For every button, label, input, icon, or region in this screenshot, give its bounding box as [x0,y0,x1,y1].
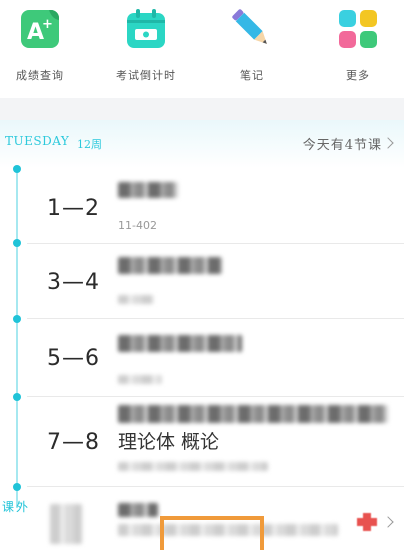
period-label: 3—4 [47,270,100,295]
extra-title-redacted [118,503,158,517]
timeline-dot [13,315,21,323]
course-name-partial: 理论体 概论 [118,431,220,453]
row-divider [27,486,404,487]
period-label: 7—8 [47,430,100,455]
period-label: 1—2 [47,196,100,221]
grade-query-label: 成绩查询 [16,69,64,82]
red-cross-icon [355,511,379,533]
course-name-redacted [118,257,222,274]
chevron-right-icon [382,516,394,528]
extracurricular-label: 课外 [2,500,31,514]
classroom-redacted [118,295,154,304]
more-grid-icon [337,8,379,50]
course-name-redacted [118,335,242,352]
grade-query-shortcut[interactable]: A + 成绩查询 [0,8,80,83]
course-name-redacted [118,405,388,423]
exam-countdown-label: 考试倒计时 [116,69,176,82]
timeline-dot [13,239,21,247]
grade-a-plus-icon: A + [19,8,61,50]
timeline-line [16,168,18,508]
classroom-redacted [118,375,162,384]
chevron-right-icon [382,137,394,149]
extra-thumb-redacted [50,504,82,544]
timeline-dot [13,393,21,401]
weekday-label: TUESDAY [5,134,70,148]
row-divider [27,318,404,319]
classroom-redacted [118,462,268,471]
section-divider [0,98,404,120]
highlight-frame [160,516,264,550]
more-shortcut[interactable]: 更多 [318,8,398,83]
row-divider [27,243,404,244]
shortcut-bar: A + 成绩查询 考试倒计时 笔记 更多 [0,0,404,98]
day-header: TUESDAY 12周 今天有4节课 [0,120,404,168]
svg-text:+: + [42,17,53,32]
more-label: 更多 [346,69,370,82]
week-number: 12周 [77,138,102,151]
exam-countdown-shortcut[interactable]: 考试倒计时 [106,8,186,83]
timeline-dot [13,483,21,491]
pencil-icon [231,8,273,50]
period-label: 5—6 [47,346,100,371]
classroom-label: 11-402 [118,219,157,232]
course-name-redacted [118,182,178,198]
timeline-dot [13,165,21,173]
today-course-count-link[interactable]: 今天有4节课 [303,134,382,153]
calendar-countdown-icon [125,8,167,50]
notes-shortcut[interactable]: 笔记 [212,8,292,83]
notes-label: 笔记 [240,69,264,82]
row-divider [27,396,404,397]
